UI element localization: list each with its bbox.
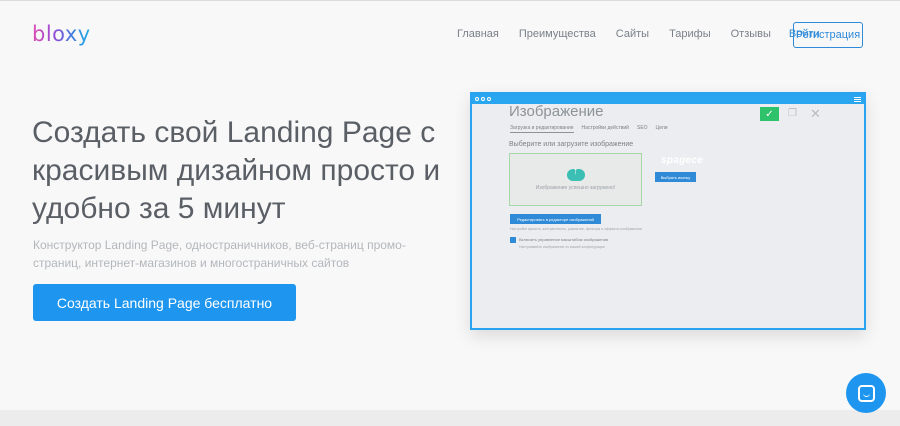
upload-status: Изображение успешно загружено! xyxy=(535,184,616,191)
editor-mockup: Изображение ✓ ❐ ✕ Загрузка и редактирова… xyxy=(470,92,866,330)
copy-icon: ❐ xyxy=(788,108,797,119)
chat-button[interactable] xyxy=(846,373,886,413)
hero-subtitle: Конструктор Landing Page, одностраничник… xyxy=(33,238,406,270)
watermark: spagece xyxy=(661,155,704,166)
nav-item-reviews[interactable]: Отзывы xyxy=(731,28,771,40)
nav-item-sites[interactable]: Сайты xyxy=(616,28,649,40)
mockup-edit-hint: Настройте яркость, контрастность, размыт… xyxy=(510,227,642,231)
close-icon: ✕ xyxy=(810,106,821,121)
hero-title: Создать свой Landing Page с красивым диз… xyxy=(32,116,441,225)
mockup-tab-actions: Настройки действий xyxy=(581,125,629,131)
mockup-checkbox-label: Включить управление масштабом изображени… xyxy=(519,237,609,242)
upload-dropzone: Изображение успешно загружено! xyxy=(509,153,642,206)
mockup-title: Изображение xyxy=(509,103,604,120)
top-divider xyxy=(0,0,900,1)
nav-item-pricing[interactable]: Тарифы xyxy=(669,28,711,40)
chat-icon xyxy=(857,384,875,402)
mockup-tab-upload: Загрузка и редактирование xyxy=(510,125,574,133)
nav-item-advantages[interactable]: Преимущества xyxy=(519,28,596,40)
main-nav: Главная Преимущества Сайты Тарифы Отзывы… xyxy=(457,28,820,40)
cloud-upload-icon xyxy=(566,166,585,181)
mockup-checkbox xyxy=(510,237,516,243)
mockup-choose-label: Выберите или загрузите изображение xyxy=(509,141,634,148)
nav-item-home[interactable]: Главная xyxy=(457,28,499,40)
logo[interactable]: bloxy xyxy=(32,22,91,46)
check-icon: ✓ xyxy=(760,107,779,121)
window-dots-icon xyxy=(475,97,491,101)
mockup-tab-seo: SEO xyxy=(636,125,648,131)
mockup-pick-button: Выбрать иконку xyxy=(655,172,696,182)
section-divider xyxy=(0,410,900,426)
create-landing-button[interactable]: Создать Landing Page бесплатно xyxy=(33,284,296,321)
mockup-checkbox-hint: Настраивайте изображение по вашей конфиг… xyxy=(519,245,605,249)
mockup-tab-goals: Цели xyxy=(655,125,668,131)
mockup-tabs: Загрузка и редактирование Настройки дейс… xyxy=(510,125,668,133)
mockup-edit-button: Редактировать в редакторе изображений xyxy=(510,214,601,224)
menu-icon xyxy=(854,96,861,102)
register-button[interactable]: Регистрация xyxy=(793,22,863,48)
